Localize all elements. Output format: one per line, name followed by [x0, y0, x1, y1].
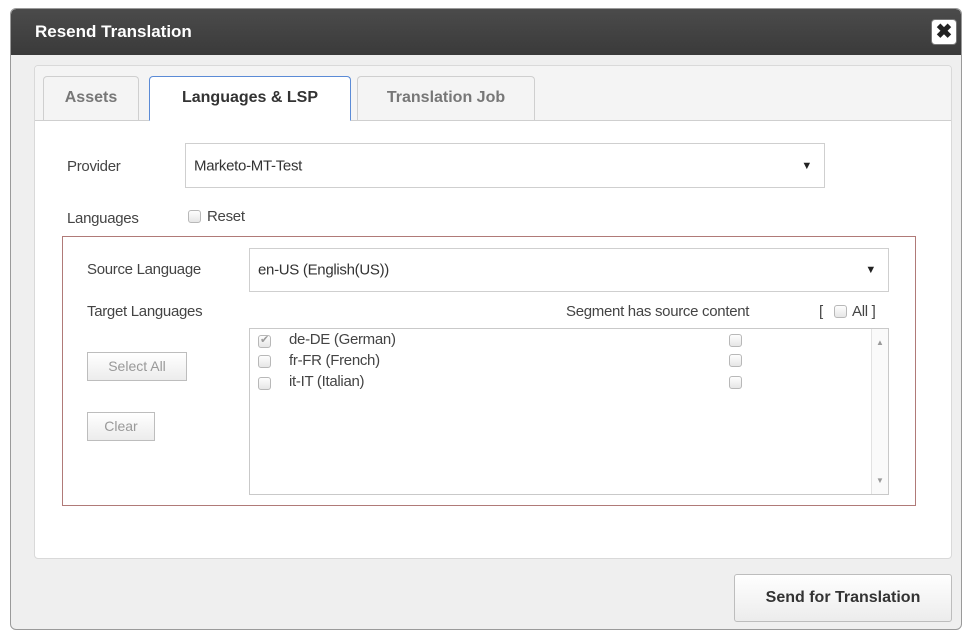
target-language-label: fr-FR (French)	[289, 352, 380, 369]
segment-all-checkbox[interactable]	[834, 305, 847, 318]
scroll-down-icon[interactable]: ▼	[876, 476, 884, 485]
target-language-label: de-DE (German)	[289, 331, 396, 348]
caret-down-icon: ▼	[801, 159, 812, 172]
tab-bar: Assets Languages & LSP Translation Job	[35, 66, 951, 121]
dialog-title: Resend Translation	[35, 22, 192, 41]
target-language-label: it-IT (Italian)	[289, 373, 365, 390]
segment-source-label: Segment has source content	[566, 303, 750, 320]
target-languages-label: Target Languages	[87, 303, 203, 320]
source-language-label: Source Language	[87, 261, 201, 278]
segment-source-checkbox[interactable]	[729, 376, 742, 389]
select-all-button[interactable]: Select All	[87, 352, 187, 381]
close-icon: ✖	[935, 21, 953, 43]
provider-select[interactable]: Marketo-MT-Test ▼	[185, 143, 825, 188]
tab-languages-lsp[interactable]: Languages & LSP	[149, 76, 351, 121]
segment-source-checkbox[interactable]	[729, 354, 742, 367]
target-language-checkbox[interactable]	[258, 355, 271, 368]
tab-translation-job[interactable]: Translation Job	[357, 76, 535, 120]
reset-label: Reset	[207, 208, 245, 225]
segment-all-label: All ]	[852, 303, 876, 320]
caret-down-icon: ▼	[865, 264, 876, 276]
dialog-titlebar: Resend Translation ✖	[11, 9, 961, 55]
languages-label: Languages	[67, 210, 139, 227]
provider-value: Marketo-MT-Test	[194, 157, 303, 174]
reset-checkbox[interactable]	[188, 210, 201, 223]
segment-source-checkbox[interactable]	[729, 334, 742, 347]
close-button[interactable]: ✖	[931, 19, 957, 45]
tab-assets[interactable]: Assets	[43, 76, 139, 120]
target-language-checkbox[interactable]	[258, 333, 271, 348]
scroll-up-icon[interactable]: ▲	[876, 338, 884, 347]
send-for-translation-button[interactable]: Send for Translation	[734, 574, 952, 622]
provider-label: Provider	[67, 158, 121, 175]
target-language-checkbox[interactable]	[258, 377, 271, 390]
all-open-bracket: [	[819, 303, 823, 320]
list-scrollbar[interactable]: ▲ ▼	[871, 329, 888, 494]
source-language-select[interactable]: en-US (English(US)) ▼	[249, 248, 889, 292]
source-language-value: en-US (English(US))	[258, 261, 389, 279]
clear-button[interactable]: Clear	[87, 412, 155, 441]
